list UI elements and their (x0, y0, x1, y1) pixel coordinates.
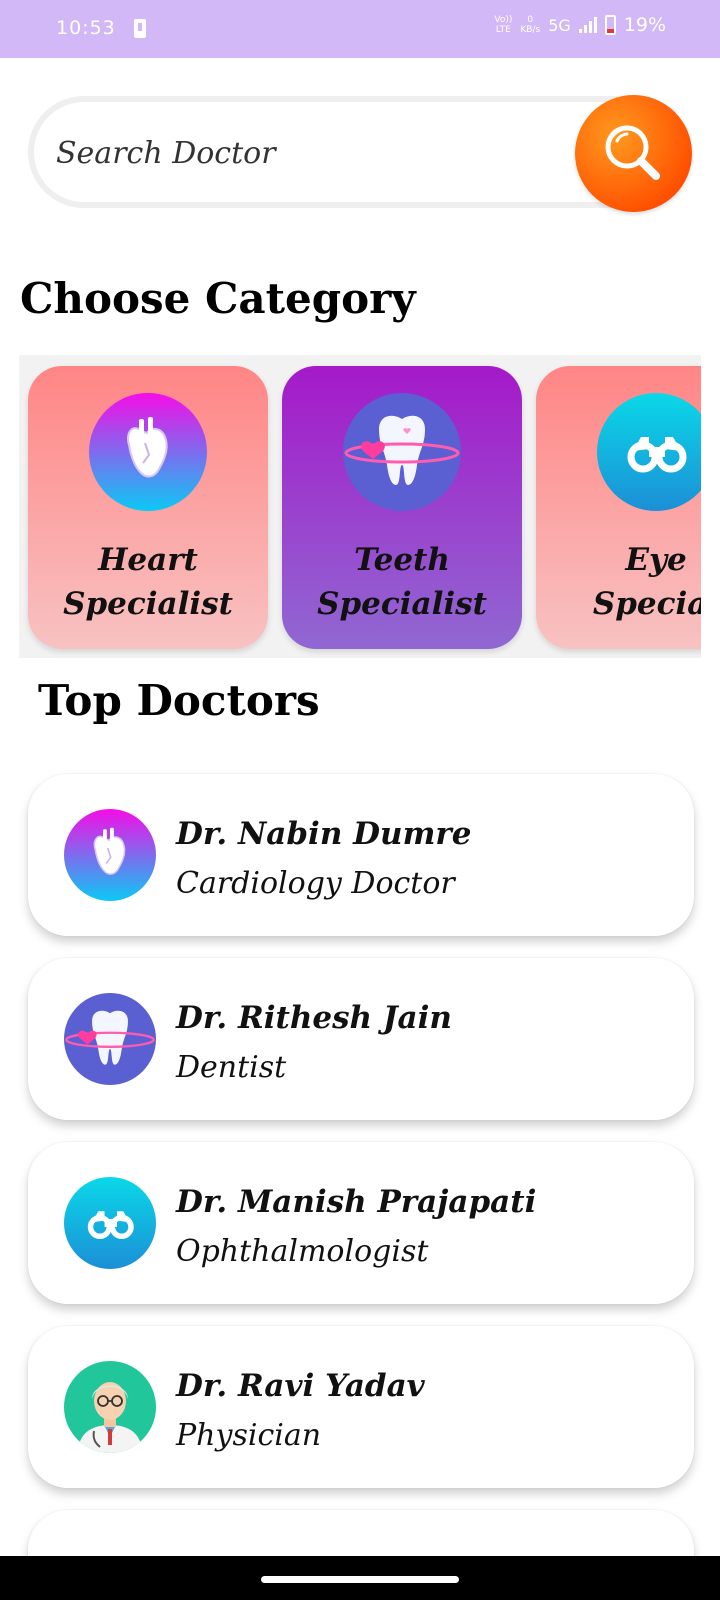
search-button[interactable] (575, 95, 692, 212)
doctor-specialty: Physician (176, 1418, 322, 1453)
category-eye-specialist[interactable]: Eye Special (536, 366, 701, 649)
doctor-name: Dr. Ravi Yadav (176, 1368, 425, 1404)
doctor-specialty: Dentist (176, 1050, 287, 1085)
category-label: Heart Specialist (28, 538, 268, 626)
doctor-name: Dr. Nabin Dumre (176, 816, 472, 852)
category-label: Eye Special (536, 538, 701, 626)
category-label-line1: Teeth (354, 542, 450, 578)
category-heart-specialist[interactable]: Heart Specialist (28, 366, 268, 649)
category-teeth-specialist[interactable]: Teeth Specialist (282, 366, 522, 649)
speed-unit: KB/s (520, 25, 541, 35)
battery-saver-icon (134, 19, 146, 38)
network-type: 5G (548, 15, 571, 35)
category-carousel[interactable]: Heart Specialist Teeth Specialist Eye Sp… (19, 355, 701, 658)
tooth-icon (64, 993, 156, 1085)
doctor-name: Dr. Rithesh Jain (176, 1000, 452, 1036)
battery-icon (604, 15, 616, 35)
signal-icon (578, 17, 597, 33)
search-icon (605, 125, 660, 180)
tooth-icon (343, 393, 461, 511)
heart-organ-icon (64, 809, 156, 901)
doctor-card[interactable]: Dr. Nabin Dumre Cardiology Doctor (28, 774, 694, 936)
system-indicators: Vo)) LTE 0 KB/s 5G 19% (494, 14, 666, 36)
heart-organ-icon (89, 393, 207, 511)
category-label-line1: Heart (98, 542, 198, 578)
speed-value: 0 (527, 15, 534, 25)
doctor-card[interactable]: Dr. Manish Prajapati Ophthalmologist (28, 1142, 694, 1304)
status-time: 10:53 (56, 17, 116, 39)
doctor-name: Dr. Manish Prajapati (176, 1184, 537, 1220)
category-label-line1: Eye (625, 542, 687, 578)
category-label-line2: Specialist (63, 586, 233, 622)
home-gesture-handle[interactable] (261, 1576, 459, 1583)
top-doctors-title: Top Doctors (38, 676, 320, 725)
binoculars-icon (597, 393, 701, 511)
search-input[interactable]: Search Doctor (56, 136, 276, 171)
status-bar: 10:53 Vo)) LTE 0 KB/s 5G 19% (0, 0, 720, 58)
doctor-avatar-icon (64, 1361, 156, 1453)
doctor-specialty: Cardiology Doctor (176, 866, 455, 901)
battery-percent: 19% (623, 14, 666, 36)
category-label-line2: Specialist (317, 586, 487, 622)
navigation-bar (0, 1556, 720, 1600)
network-speed: 0 KB/s (520, 15, 540, 35)
choose-category-title: Choose Category (20, 274, 416, 323)
category-label-line2: Special (592, 586, 701, 622)
search-bar[interactable]: Search Doctor (28, 96, 668, 208)
category-label: Teeth Specialist (282, 538, 522, 626)
doctor-specialty: Ophthalmologist (176, 1234, 429, 1269)
volte-indicator: Vo)) LTE (494, 15, 513, 35)
doctor-card[interactable]: Dr. Ravi Yadav Physician (28, 1326, 694, 1488)
doctor-card[interactable]: Dr. Rithesh Jain Dentist (28, 958, 694, 1120)
binoculars-icon (64, 1177, 156, 1269)
